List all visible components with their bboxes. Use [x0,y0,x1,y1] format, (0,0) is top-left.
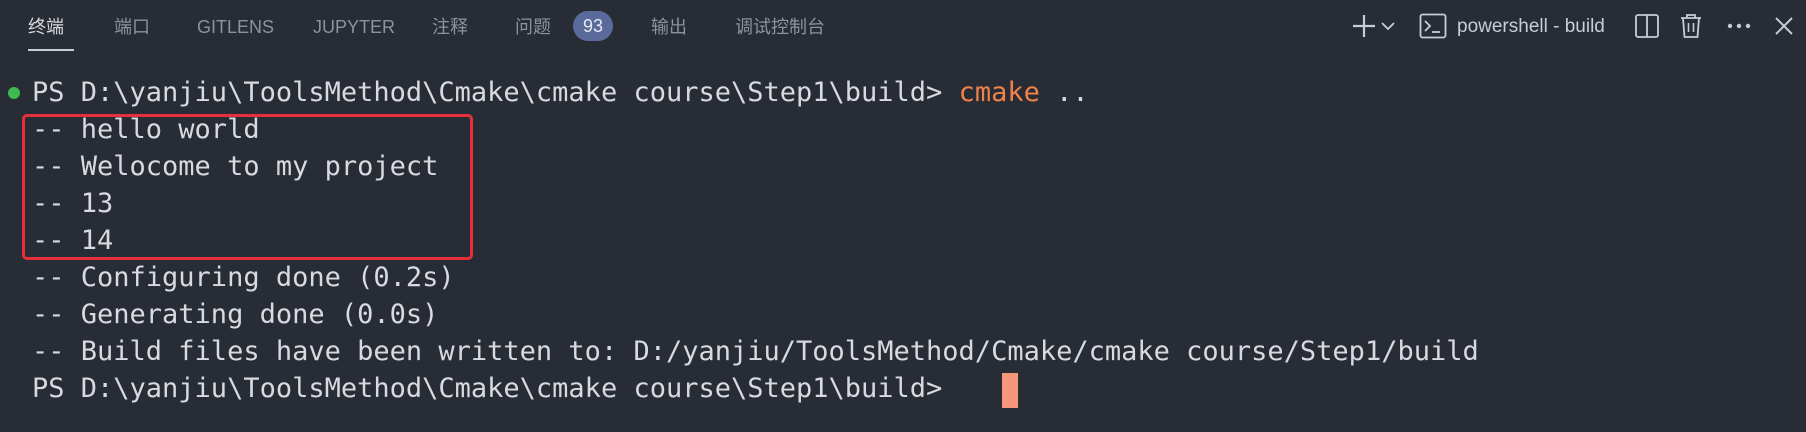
tab-problems[interactable]: 问题 [515,15,551,39]
tab-gitlens[interactable]: GITLENS [197,15,274,39]
command-text: cmake [958,77,1040,108]
more-actions-icon[interactable] [1723,10,1755,42]
split-terminal-icon[interactable] [1631,10,1663,42]
tab-debug-console[interactable]: 调试控制台 [735,15,825,39]
trash-icon[interactable] [1675,10,1707,42]
terminal-cursor [1002,373,1018,408]
panel-tab-bar: 终端 端口 GITLENS JUPYTER 注释 问题 93 输出 调试控制台 … [0,0,1806,56]
tab-comments[interactable]: 注释 [432,15,468,39]
output-line: -- 13 [32,188,114,219]
tab-output[interactable]: 输出 [651,15,687,39]
output-line: -- 14 [32,225,114,256]
output-line: -- Welocome to my project [32,151,439,182]
output-line: -- hello world [32,114,260,145]
plus-icon[interactable] [1348,10,1380,42]
terminal-icon[interactable] [1417,10,1449,42]
problems-count-badge: 93 [573,11,613,41]
output-line: -- Configuring done (0.2s) [32,262,455,293]
tab-jupyter[interactable]: JUPYTER [313,15,395,39]
command-args: .. [1039,77,1089,108]
output-line: -- Generating done (0.0s) [32,299,439,330]
close-panel-icon[interactable] [1768,10,1800,42]
prompt-text: PS D:\yanjiu\ToolsMethod\Cmake\cmake cou… [32,77,959,108]
output-line: -- Build files have been written to: D:/… [32,336,1479,367]
command-success-indicator [8,87,20,99]
terminal-name[interactable]: powershell - build [1457,15,1605,39]
active-tab-indicator [28,49,74,51]
chevron-down-icon[interactable] [1378,10,1398,42]
tab-ports[interactable]: 端口 [114,15,150,39]
terminal-prompt-line: PS D:\yanjiu\ToolsMethod\Cmake\cmake cou… [32,373,959,404]
tab-terminal[interactable]: 终端 [28,15,64,39]
terminal-command-line: PS D:\yanjiu\ToolsMethod\Cmake\cmake cou… [32,74,1089,111]
